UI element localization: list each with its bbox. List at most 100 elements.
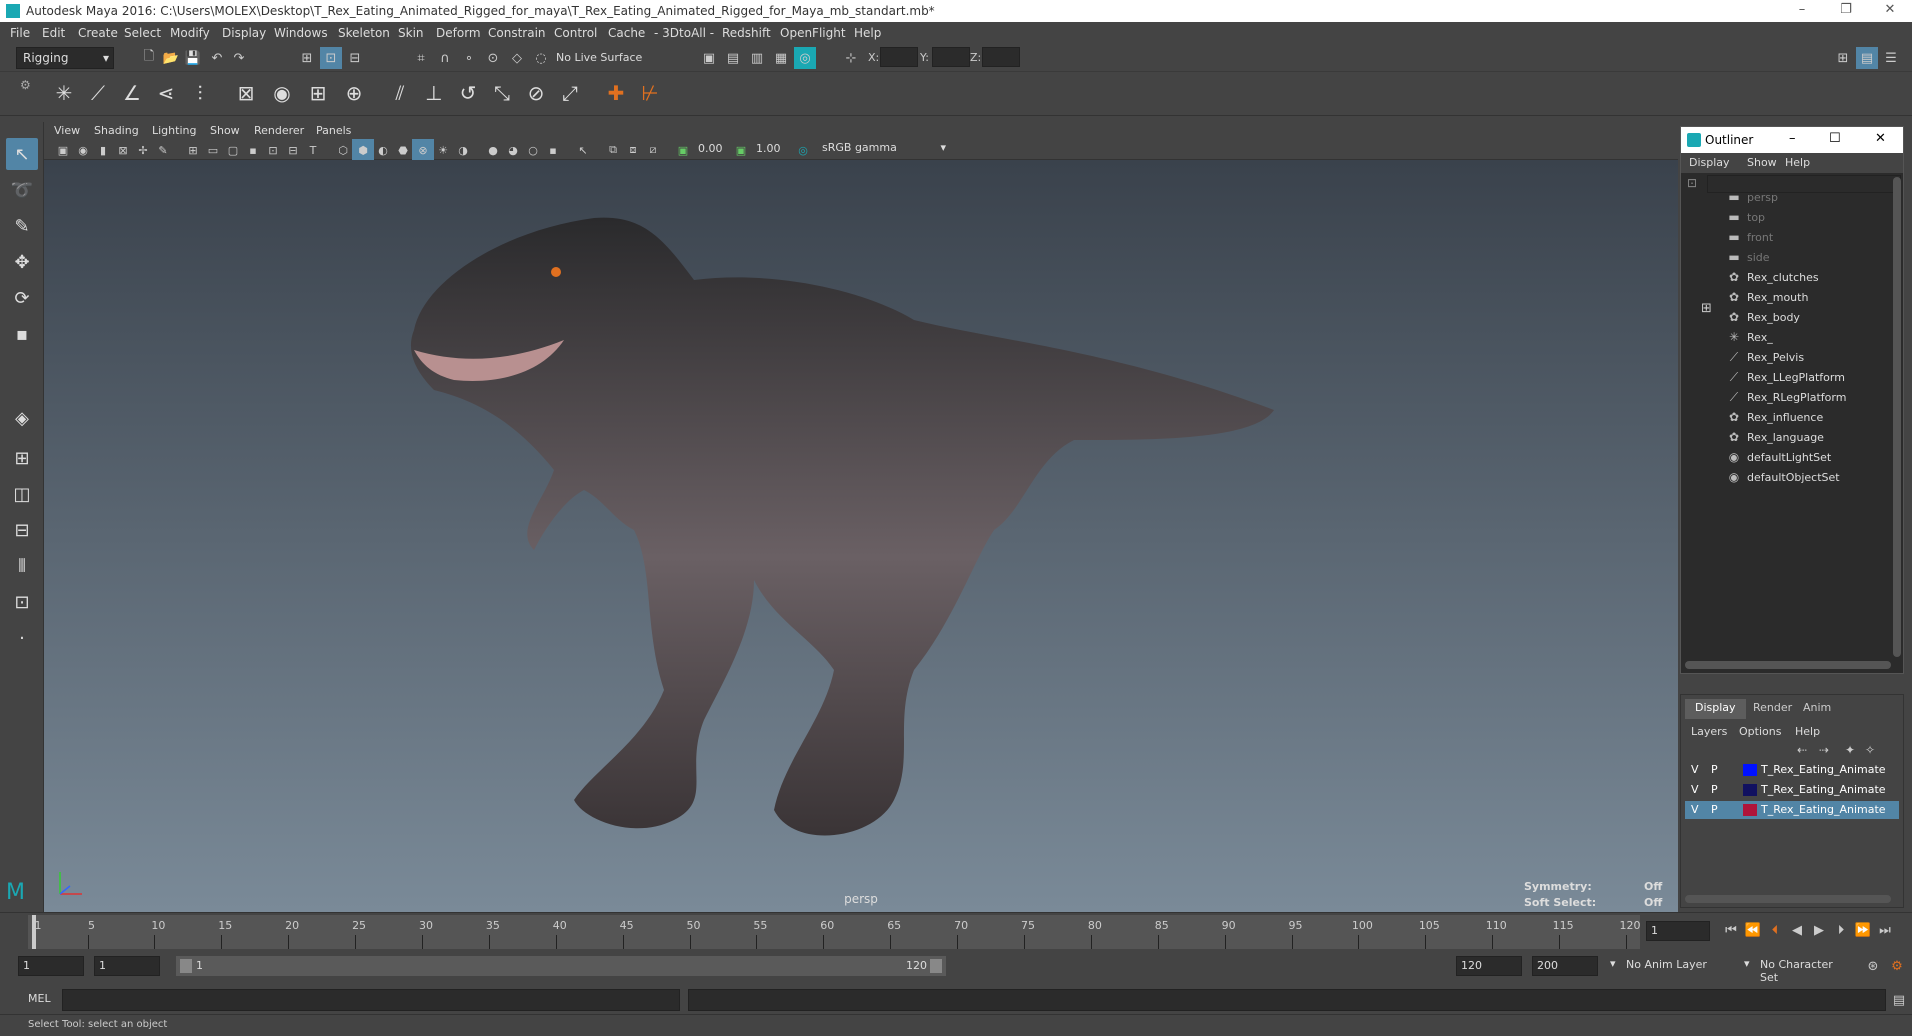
layer-color-swatch[interactable] [1743, 804, 1757, 816]
rotate-tool-icon[interactable]: ⟳ [6, 282, 38, 314]
outliner-item[interactable]: ✿ Rex_mouth [1725, 287, 1808, 307]
menu-select[interactable]: Select [124, 26, 161, 40]
scale-constraint-icon[interactable]: ⤡ [486, 77, 518, 109]
play-backward-icon[interactable]: ◀ [1786, 919, 1808, 941]
redo-icon[interactable]: ↷ [228, 47, 250, 69]
paint-select-icon[interactable]: ✎ [6, 210, 38, 242]
outliner-layout-icon[interactable]: ⫴ [6, 550, 38, 582]
y-field[interactable] [932, 47, 970, 67]
wireframe-icon[interactable]: ⬡ [332, 139, 354, 161]
tab-display[interactable]: Display [1685, 699, 1746, 719]
more-layouts-icon[interactable]: · [6, 622, 38, 654]
bind-skin-icon[interactable]: ⊠ [230, 77, 262, 109]
film-gate-icon[interactable]: ▭ [202, 139, 224, 161]
image-plane-icon[interactable]: ⊠ [112, 139, 134, 161]
script-language-label[interactable]: MEL [28, 992, 51, 1005]
outliner-close-button[interactable]: ✕ [1875, 131, 1886, 146]
select-object-icon[interactable]: ⊡ [320, 47, 342, 69]
select-tool-icon[interactable]: ↖ [6, 138, 38, 170]
redshift-render-icon[interactable]: ◎ [794, 47, 816, 69]
hypershade-layout-icon[interactable]: ⊡ [6, 586, 38, 618]
script-editor-icon[interactable]: ▤ [1888, 989, 1910, 1011]
layer-visibility-toggle[interactable]: V [1691, 763, 1699, 776]
textured-icon[interactable]: ⬣ [392, 139, 414, 161]
depth-of-field-icon[interactable]: ▪ [542, 139, 564, 161]
layer-playback-toggle[interactable]: P [1711, 783, 1718, 796]
outliner-item[interactable]: ✿ Rex_influence [1725, 407, 1823, 427]
go-to-end-icon[interactable]: ⏭ [1874, 919, 1896, 941]
menu-windows[interactable]: Windows [274, 26, 328, 40]
paint-weights-icon[interactable]: ◉ [266, 77, 298, 109]
outliner-item[interactable]: ◉ defaultObjectSet [1725, 467, 1840, 487]
gamma-icon[interactable]: ▣ [730, 139, 752, 161]
panel-menu-shading[interactable]: Shading [94, 124, 139, 137]
step-forward-key-icon[interactable]: ⏩ [1852, 919, 1874, 941]
layers-horizontal-scrollbar[interactable] [1685, 895, 1891, 903]
anti-aliasing-icon[interactable]: ○ [522, 139, 544, 161]
perspective-viewport[interactable]: Symmetry: Off Soft Select: Off persp [44, 160, 1678, 912]
camera-attributes-icon[interactable]: ◉ [72, 139, 94, 161]
panel-menu-lighting[interactable]: Lighting [152, 124, 196, 137]
outliner-item[interactable]: ⟋ Rex_Pelvis [1725, 347, 1804, 367]
expand-icon[interactable]: ⊞ [1701, 301, 1712, 316]
render-settings-icon[interactable]: ▥ [746, 47, 768, 69]
grease-pencil-icon[interactable]: ✎ [152, 139, 174, 161]
range-slider-bar[interactable]: 1 120 [176, 956, 946, 976]
scale-tool-icon[interactable]: ▪ [6, 318, 38, 350]
snap-curve-icon[interactable]: ∩ [434, 47, 456, 69]
move-layer-down-icon[interactable]: ⇢ [1819, 743, 1829, 757]
menu-control[interactable]: Control [554, 26, 597, 40]
layer-playback-toggle[interactable]: P [1711, 763, 1718, 776]
gamma-field[interactable]: 1.00 [752, 140, 788, 158]
layer-color-swatch[interactable] [1743, 784, 1757, 796]
panel-menu-view[interactable]: View [54, 124, 80, 137]
character-set-dropdown[interactable]: ▾ No Character Set [1740, 956, 1870, 984]
layer-visibility-toggle[interactable]: V [1691, 803, 1699, 816]
exposure-icon[interactable]: ▣ [672, 139, 694, 161]
smooth-shade-icon[interactable]: ⬢ [352, 139, 374, 161]
screen-space-ao-icon[interactable]: ● [482, 139, 504, 161]
x-field[interactable] [880, 47, 918, 67]
mirror-joint-icon[interactable]: ⋖ [150, 77, 182, 109]
move-layer-up-icon[interactable]: ⇠ [1797, 743, 1807, 757]
menu-redshift[interactable]: Redshift [722, 26, 771, 40]
attribute-editor-icon[interactable]: ▤ [1856, 47, 1878, 69]
select-component-icon[interactable]: ⊟ [344, 47, 366, 69]
outliner-menu-show[interactable]: Show [1747, 156, 1777, 169]
color-space-dropdown[interactable]: sRGB gamma ▾ [816, 140, 950, 158]
layers-menu-help[interactable]: Help [1795, 725, 1820, 738]
hypershade-icon[interactable]: ▦ [770, 47, 792, 69]
snap-live-icon[interactable]: ◌ [530, 47, 552, 69]
range-end-handle[interactable] [930, 959, 942, 973]
point-constraint-icon[interactable]: ⊥ [418, 77, 450, 109]
menu-display[interactable]: Display [222, 26, 266, 40]
playback-start-field[interactable]: 1 [94, 956, 160, 976]
shadows-icon[interactable]: ☀ [432, 139, 454, 161]
current-frame-field[interactable]: 1 [1646, 921, 1710, 941]
step-back-frame-icon[interactable]: ⏴ [1764, 919, 1786, 941]
four-view-layout-icon[interactable]: ⊞ [6, 442, 38, 474]
outliner-item[interactable]: ✿ Rex_language [1725, 427, 1824, 447]
cluster-handle-icon[interactable]: ⊬ [634, 77, 666, 109]
layers-menu-options[interactable]: Options [1739, 725, 1781, 738]
use-all-lights-icon[interactable]: ⊗ [412, 139, 434, 161]
minimize-button[interactable]: – [1782, 0, 1822, 22]
outliner-item[interactable]: ▬ persp [1725, 187, 1778, 207]
cluster-icon[interactable]: ⊕ [338, 77, 370, 109]
menu-cache[interactable]: Cache [608, 26, 645, 40]
range-start-handle[interactable] [180, 959, 192, 973]
outliner-item[interactable]: ⟋ Rex_RLegPlatform [1725, 387, 1847, 407]
snap-surface-icon[interactable]: ◇ [506, 47, 528, 69]
time-ruler[interactable]: 1 5 10 15 20 25 30 35 40 45 50 55 60 65 70 75 80 85 90 95 10… [28, 915, 1641, 949]
lasso-tool-icon[interactable]: ➰ [6, 174, 38, 206]
close-button[interactable]: ✕ [1870, 0, 1910, 22]
menu-openflight[interactable]: OpenFlight [780, 26, 846, 40]
auto-key-icon[interactable]: ⊛ [1862, 955, 1884, 977]
camera-select-icon[interactable]: ▣ [52, 139, 74, 161]
field-chart-icon[interactable]: ⊡ [262, 139, 284, 161]
step-back-key-icon[interactable]: ⏪ [1742, 919, 1764, 941]
restore-button[interactable]: ❐ [1826, 0, 1866, 22]
animation-preferences-icon[interactable]: ⚙ [1886, 955, 1908, 977]
graph-layout-icon[interactable]: ⊟ [6, 514, 38, 546]
safe-title-icon[interactable]: T [302, 139, 324, 161]
